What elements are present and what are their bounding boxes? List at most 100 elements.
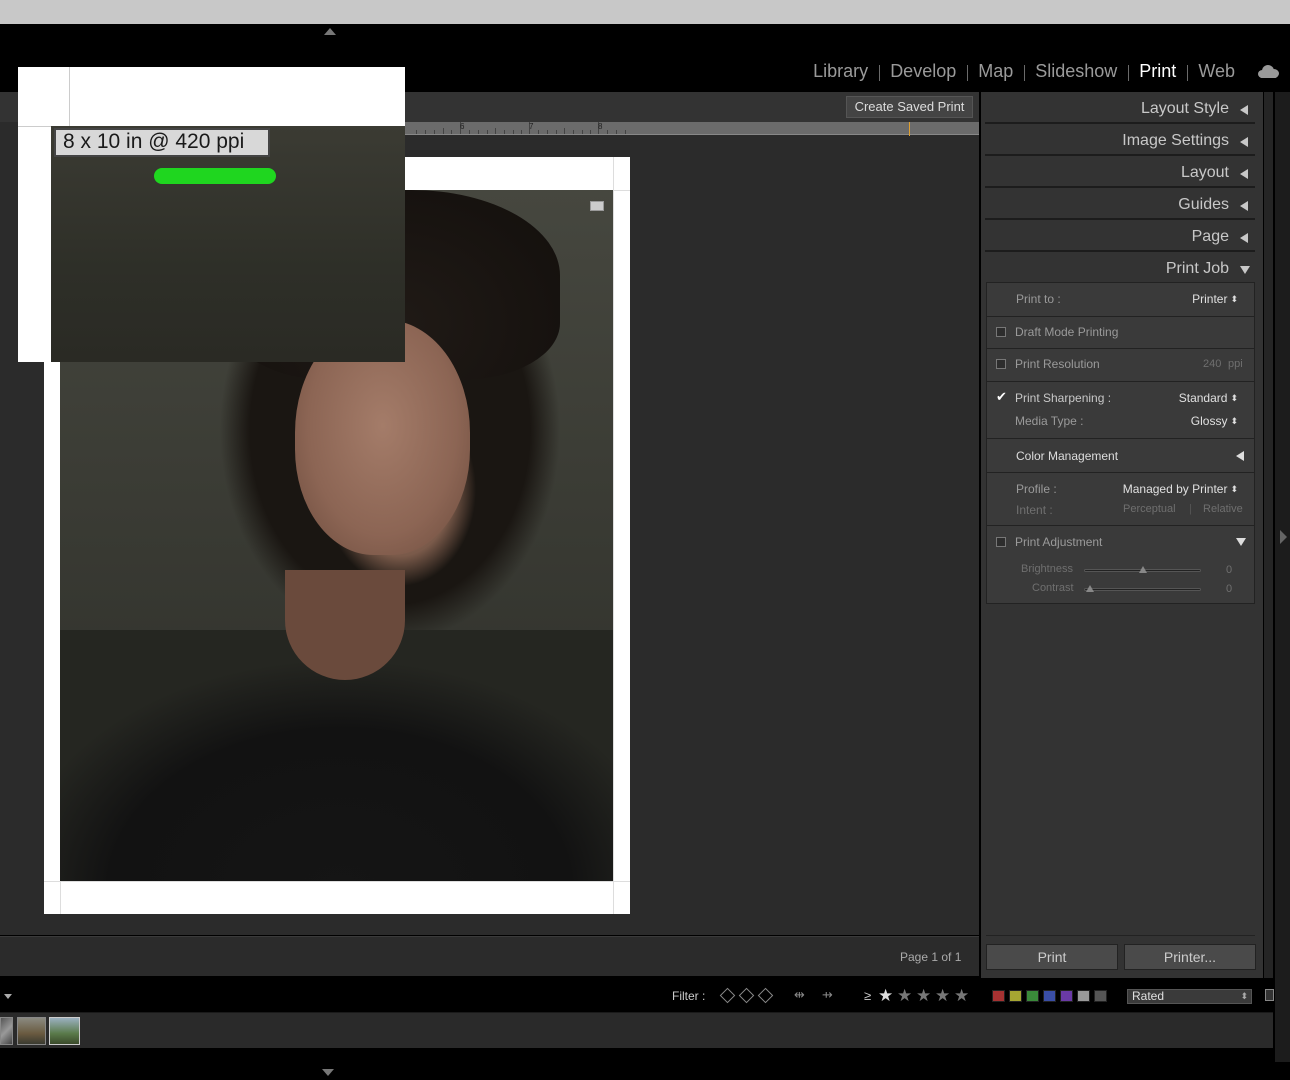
cell-info-icon	[590, 201, 604, 211]
collapse-triangle-icon[interactable]	[1236, 538, 1246, 546]
intent-separator: |	[1189, 503, 1192, 515]
contrast-label: Contrast	[1032, 582, 1074, 594]
filter-preset-select[interactable]: Rated ⬍	[1127, 989, 1252, 1004]
star-icon[interactable]: ★	[878, 986, 893, 1006]
lock-icon[interactable]	[1265, 989, 1274, 1001]
expand-triangle-icon[interactable]	[1236, 451, 1244, 461]
cloud-icon[interactable]	[1256, 64, 1280, 78]
intent-relative[interactable]: Relative	[1203, 503, 1243, 515]
print-resolution-label: Print Resolution	[1015, 357, 1100, 371]
module-web[interactable]: Web	[1187, 61, 1246, 82]
color-label-other[interactable]	[1077, 990, 1090, 1002]
right-edge-bar	[1275, 92, 1290, 1062]
bottom-panel-toggle-icon[interactable]	[322, 1069, 334, 1076]
media-type-value: Glossy	[1190, 414, 1228, 428]
module-develop[interactable]: Develop	[879, 61, 967, 82]
divider	[986, 316, 1255, 317]
panel-scrollbar[interactable]	[1264, 92, 1273, 978]
module-print[interactable]: Print	[1128, 61, 1187, 82]
collapse-triangle-icon[interactable]	[1240, 266, 1250, 274]
color-label-yellow[interactable]	[1009, 990, 1022, 1002]
ruler-label: 7	[529, 122, 534, 131]
right-panel-toggle-icon[interactable]	[1280, 530, 1287, 544]
print-to-value: Printer	[1192, 292, 1228, 306]
panel-header-layout-style[interactable]: Layout Style	[985, 94, 1255, 124]
color-management-header[interactable]: Color Management	[1016, 449, 1118, 463]
draft-mode-checkbox[interactable]	[996, 327, 1006, 337]
brightness-value: 0	[1226, 564, 1233, 576]
panel-header-print-job[interactable]: Print Job	[985, 254, 1255, 284]
expand-triangle-icon[interactable]	[1240, 105, 1248, 115]
print-resolution-checkbox[interactable]	[996, 359, 1006, 369]
module-picker: Library Develop Map Slideshow Print Web	[802, 56, 1290, 86]
color-label-none[interactable]	[1094, 990, 1107, 1002]
updown-icon: ⬍	[1230, 416, 1238, 426]
panel-title: Guides	[1178, 196, 1229, 213]
module-library[interactable]: Library	[802, 61, 879, 82]
expand-triangle-icon[interactable]	[1240, 201, 1248, 211]
filmstrip-thumbnail[interactable]	[0, 1017, 13, 1045]
star-icon[interactable]: ★	[916, 986, 931, 1006]
rating-operator[interactable]: ≥	[864, 988, 871, 1003]
color-label-green[interactable]	[1026, 990, 1039, 1002]
contrast-value: 0	[1226, 583, 1233, 595]
color-label-purple[interactable]	[1060, 990, 1073, 1002]
print-to-select[interactable]: Printer ⬍	[1150, 292, 1238, 306]
print-size-label: 8 x 10 in @ 420 ppi	[54, 128, 270, 157]
updown-icon: ⬍	[1230, 484, 1238, 494]
media-type-label: Media Type :	[1015, 414, 1084, 428]
brightness-label: Brightness	[1021, 563, 1073, 575]
print-resolution-value[interactable]: 240	[1203, 358, 1221, 370]
divider	[986, 438, 1255, 439]
divider	[986, 525, 1255, 526]
expand-triangle-icon[interactable]	[1240, 137, 1248, 147]
printer-button[interactable]: Printer...	[1124, 944, 1256, 970]
create-saved-print-button[interactable]: Create Saved Print	[846, 96, 973, 118]
star-icon[interactable]: ★	[954, 986, 969, 1006]
media-type-select[interactable]: Glossy ⬍	[1150, 414, 1238, 428]
star-icon[interactable]: ★	[935, 986, 950, 1006]
color-label-red[interactable]	[992, 990, 1005, 1002]
panel-title: Print Job	[1165, 260, 1229, 277]
brightness-slider-thumb[interactable]	[1138, 566, 1147, 573]
panel-header-guides[interactable]: Guides	[985, 190, 1255, 220]
print-sharpening-label: Print Sharpening :	[1015, 391, 1112, 405]
source-dropdown-icon[interactable]	[4, 994, 12, 999]
print-adjustment-checkbox[interactable]	[996, 537, 1006, 547]
filmstrip-thumbnail[interactable]	[49, 1017, 80, 1045]
expand-triangle-icon[interactable]	[1240, 233, 1248, 243]
panel-title: Layout	[1180, 164, 1229, 181]
horizontal-ruler: 6 7 8	[404, 122, 979, 135]
contrast-slider[interactable]	[1084, 588, 1201, 591]
updown-icon: ⬍	[1230, 294, 1238, 304]
contrast-slider-thumb[interactable]	[1086, 585, 1094, 592]
top-panel-toggle-icon[interactable]	[324, 28, 336, 35]
filmstrip-thumbnail[interactable]	[17, 1017, 46, 1045]
print-sharpening-checkbox[interactable]: ✔	[996, 390, 1007, 403]
print-resolution-unit: ppi	[1228, 358, 1243, 370]
unedited-filter-icon[interactable]: ⇸	[822, 988, 842, 1002]
module-map[interactable]: Map	[967, 61, 1024, 82]
print-button[interactable]: Print	[986, 944, 1118, 970]
print-sharpening-select[interactable]: Standard ⬍	[1150, 391, 1238, 405]
print-adjustment-label: Print Adjustment	[1015, 535, 1103, 549]
page-info: Page 1 of 1	[900, 950, 962, 964]
print-sharpening-value: Standard	[1178, 391, 1228, 405]
edited-filter-icon[interactable]: ⇹	[794, 988, 814, 1002]
panel-header-image-settings[interactable]: Image Settings	[985, 126, 1255, 156]
panel-title: Page	[1191, 228, 1229, 245]
profile-select[interactable]: Managed by Printer ⬍	[1110, 482, 1238, 496]
module-slideshow[interactable]: Slideshow	[1024, 61, 1128, 82]
panel-header-layout[interactable]: Layout	[985, 158, 1255, 188]
intent-perceptual[interactable]: Perceptual	[1123, 503, 1176, 515]
star-icon[interactable]: ★	[897, 986, 912, 1006]
panel-header-page[interactable]: Page	[985, 222, 1255, 252]
expand-triangle-icon[interactable]	[1240, 169, 1248, 179]
filmstrip	[0, 1012, 1273, 1048]
color-label-blue[interactable]	[1043, 990, 1056, 1002]
panel-title: Layout Style	[1140, 100, 1229, 117]
ruler-label: 8	[598, 122, 603, 131]
ruler-label: 6	[460, 122, 465, 131]
updown-icon: ⬍	[1240, 991, 1248, 1001]
intent-label: Intent :	[1016, 503, 1053, 517]
